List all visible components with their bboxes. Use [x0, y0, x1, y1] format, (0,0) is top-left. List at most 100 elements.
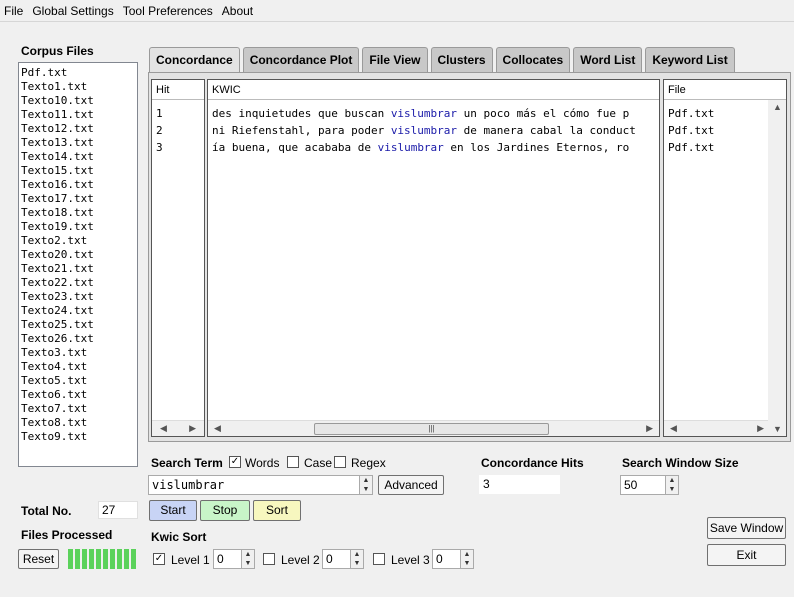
tab-collocates[interactable]: Collocates [495, 47, 571, 72]
tab-keyword-list[interactable]: Keyword List [645, 47, 735, 72]
total-files-value: 27 [98, 501, 138, 519]
kwic-column[interactable]: KWIC des inquietudes que buscan vislumbr… [207, 79, 660, 437]
hit-column[interactable]: Hit 1 2 3 ◀ ▶ [151, 79, 205, 437]
stop-button[interactable]: Stop [200, 500, 250, 521]
corpus-file-item[interactable]: Texto16.txt [19, 178, 137, 192]
menu-about[interactable]: About [222, 4, 253, 18]
corpus-file-item[interactable]: Texto7.txt [19, 402, 137, 416]
tab-clusters[interactable]: Clusters [430, 47, 493, 72]
corpus-file-item[interactable]: Texto10.txt [19, 94, 137, 108]
menu-file[interactable]: File [4, 4, 23, 18]
corpus-file-item[interactable]: Texto8.txt [19, 416, 137, 430]
kwic-sort-title: Kwic Sort [151, 530, 207, 544]
corpus-file-item[interactable]: Texto6.txt [19, 388, 137, 402]
advanced-button[interactable]: Advanced [378, 475, 444, 495]
search-window-size-spinner[interactable]: ▲ ▼ [665, 476, 678, 494]
concordance-hits-label: Concordance Hits [481, 456, 584, 470]
kwic-row[interactable]: des inquietudes que buscan vislumbrar un… [208, 105, 659, 122]
kwic-hscrollbar[interactable]: ◀ ||| ▶ [208, 420, 659, 436]
kwic-left-context: ni Riefenstahl, para poder [212, 124, 391, 137]
corpus-file-item[interactable]: Pdf.txt [19, 66, 137, 80]
corpus-file-item[interactable]: Texto1.txt [19, 80, 137, 94]
sort-button[interactable]: Sort [253, 500, 301, 521]
level2-checkbox[interactable] [263, 553, 275, 565]
corpus-file-item[interactable]: Texto21.txt [19, 262, 137, 276]
files-processed-progress [68, 549, 138, 569]
corpus-file-item[interactable]: Texto4.txt [19, 360, 137, 374]
corpus-file-item[interactable]: Texto3.txt [19, 346, 137, 360]
scroll-right-icon[interactable]: ▶ [757, 423, 764, 434]
corpus-file-item[interactable]: Texto11.txt [19, 108, 137, 122]
corpus-file-item[interactable]: Texto5.txt [19, 374, 137, 388]
save-window-button[interactable]: Save Window [707, 517, 786, 539]
level3-checkbox[interactable] [373, 553, 385, 565]
scroll-up-icon[interactable]: ▲ [773, 102, 782, 112]
corpus-file-item[interactable]: Texto25.txt [19, 318, 137, 332]
kwic-left-context: ía buena, que acababa de [212, 141, 378, 154]
corpus-file-item[interactable]: Texto2.txt [19, 234, 137, 248]
scroll-left-icon[interactable]: ◀ [160, 423, 167, 434]
hit-header: Hit [152, 80, 204, 100]
words-checkbox[interactable]: ✓ [229, 456, 241, 468]
tab-concordance[interactable]: Concordance [149, 47, 240, 72]
files-processed-label: Files Processed [21, 528, 113, 542]
corpus-file-item[interactable]: Texto14.txt [19, 150, 137, 164]
case-label: Case [304, 456, 333, 470]
file-vscrollbar[interactable]: ▲ ▼ [768, 100, 786, 436]
scroll-right-icon[interactable]: ▶ [646, 423, 653, 434]
tab-concordance-plot[interactable]: Concordance Plot [242, 47, 360, 72]
scroll-down-icon[interactable]: ▼ [773, 424, 782, 434]
hit-hscrollbar[interactable]: ◀ ▶ [152, 420, 204, 436]
scroll-left-icon[interactable]: ◀ [214, 423, 221, 434]
tab-word-list[interactable]: Word List [573, 47, 643, 72]
corpus-file-item[interactable]: Texto15.txt [19, 164, 137, 178]
menu-global-settings[interactable]: Global Settings [32, 4, 113, 18]
kwic-row[interactable]: ía buena, que acababa de vislumbrar en l… [208, 139, 659, 156]
level3-spinner[interactable]: ▲ ▼ [460, 550, 473, 568]
exit-button[interactable]: Exit [707, 544, 786, 566]
level1-spinner[interactable]: ▲ ▼ [241, 550, 254, 568]
tab-file-view[interactable]: File View [362, 47, 428, 72]
total-files-label: Total No. [21, 504, 72, 518]
file-column[interactable]: File Pdf.txt Pdf.txt Pdf.txt ◀ ▶ ▲ ▼ [663, 79, 787, 437]
level3-label: Level 3 [391, 553, 430, 567]
kwic-keyword: vislumbrar [390, 124, 458, 137]
concordance-panel: Hit 1 2 3 ◀ ▶ KWIC des inquietudes que b… [148, 72, 791, 442]
corpus-file-item[interactable]: Texto13.txt [19, 136, 137, 150]
level2-spinner[interactable]: ▲ ▼ [350, 550, 363, 568]
level1-checkbox[interactable]: ✓ [153, 553, 165, 565]
hit-cell: 1 [156, 107, 163, 120]
search-term-spinner[interactable]: ▲ ▼ [359, 476, 372, 494]
menu-bar: File Global Settings Tool Preferences Ab… [0, 0, 794, 22]
corpus-file-item[interactable]: Texto17.txt [19, 192, 137, 206]
corpus-file-item[interactable]: Texto26.txt [19, 332, 137, 346]
reset-button[interactable]: Reset [18, 549, 59, 569]
regex-checkbox[interactable] [334, 456, 346, 468]
corpus-file-item[interactable]: Texto12.txt [19, 122, 137, 136]
hit-cell: 2 [156, 124, 163, 137]
corpus-file-item[interactable]: Texto22.txt [19, 276, 137, 290]
kwic-row[interactable]: ni Riefenstahl, para poder vislumbrar de… [208, 122, 659, 139]
start-button[interactable]: Start [149, 500, 197, 521]
corpus-file-item[interactable]: Texto23.txt [19, 290, 137, 304]
kwic-header: KWIC [208, 80, 659, 100]
scroll-left-icon[interactable]: ◀ [670, 423, 677, 434]
kwic-keyword: vislumbrar [390, 107, 458, 120]
corpus-file-item[interactable]: Texto9.txt [19, 430, 137, 444]
corpus-file-item[interactable]: Texto20.txt [19, 248, 137, 262]
kwic-keyword: vislumbrar [377, 141, 444, 154]
case-checkbox[interactable] [287, 456, 299, 468]
kwic-right-context: un poco más el cómo fue p [457, 107, 630, 120]
hit-cell: 3 [156, 141, 163, 154]
corpus-file-item[interactable]: Texto24.txt [19, 304, 137, 318]
tool-tabs: Concordance Concordance Plot File View C… [149, 47, 738, 72]
search-term-input[interactable]: vislumbrar [148, 475, 373, 495]
corpus-file-list[interactable]: Pdf.txt Texto1.txt Texto10.txt Texto11.txt T… [18, 62, 138, 467]
kwic-scroll-thumb[interactable]: ||| [314, 423, 549, 435]
scroll-right-icon[interactable]: ▶ [189, 423, 196, 434]
search-term-label: Search Term [151, 456, 223, 470]
menu-tool-preferences[interactable]: Tool Preferences [123, 4, 213, 18]
corpus-file-item[interactable]: Texto19.txt [19, 220, 137, 234]
search-window-size-label: Search Window Size [622, 456, 739, 470]
corpus-file-item[interactable]: Texto18.txt [19, 206, 137, 220]
